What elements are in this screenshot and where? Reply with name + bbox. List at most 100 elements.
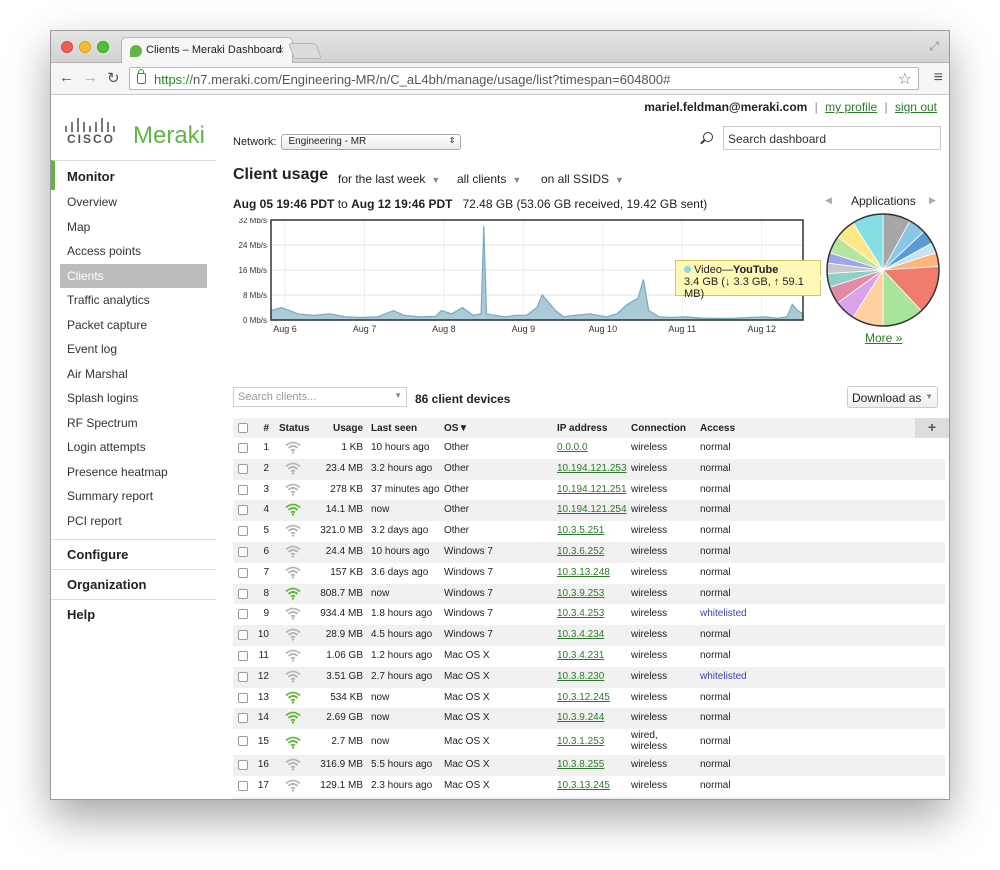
sign-out-link[interactable]: sign out (895, 100, 937, 114)
sidebar-item-event-log[interactable]: Event log (51, 337, 216, 362)
row-ip-link[interactable]: 10.3.9.244 (557, 712, 604, 723)
table-row[interactable]: 15 2.7 MB now Mac OS X 10.3.1.253 wired, wire… (233, 729, 945, 755)
table-row[interactable]: 11 1.06 GB 1.2 hours ago Mac OS X 10.3.4.231… (233, 646, 945, 667)
row-ip-link[interactable]: 10.3.4.234 (557, 629, 604, 640)
sidebar-item-clients[interactable]: Clients (60, 263, 207, 288)
sidebar-section-configure[interactable]: Configure (51, 539, 216, 569)
reload-icon[interactable]: ↻ (107, 69, 120, 87)
sidebar-section-organization[interactable]: Organization (51, 569, 216, 599)
row-ip-link[interactable]: 0.0.0.0 (557, 442, 588, 453)
more-applications-link[interactable]: More » (865, 331, 902, 345)
sidebar-item-login-attempts[interactable]: Login attempts (51, 435, 216, 460)
table-row[interactable]: 12 3.51 GB 2.7 hours ago Mac OS X 10.3.8.230… (233, 666, 945, 688)
previous-arrow-icon[interactable]: ◀ (825, 195, 832, 206)
row-checkbox[interactable] (238, 505, 248, 516)
row-ip-link[interactable]: 10.3.6.252 (557, 546, 604, 557)
row-access[interactable]: whitelisted (700, 671, 747, 682)
row-checkbox[interactable] (238, 713, 248, 724)
sidebar-item-summary-report[interactable]: Summary report (51, 484, 216, 509)
row-checkbox[interactable] (238, 609, 248, 620)
row-ip-link[interactable]: 10.3.9.253 (557, 588, 604, 599)
add-column-button[interactable]: + (915, 418, 949, 438)
row-ip-link[interactable]: 10.3.8.255 (557, 759, 604, 770)
sidebar-item-presence-heatmap[interactable]: Presence heatmap (51, 460, 216, 485)
row-ip-link[interactable]: 10.3.13.245 (557, 780, 610, 791)
row-checkbox[interactable] (238, 484, 248, 495)
sidebar-section-monitor[interactable]: Monitor (51, 160, 216, 190)
header-os[interactable]: OS▼ (444, 423, 468, 434)
header-status[interactable]: Status (279, 423, 310, 434)
row-ip-link[interactable]: 10.3.1.253 (557, 736, 604, 747)
applications-pie-chart[interactable] (825, 212, 941, 328)
next-arrow-icon[interactable]: ▶ (929, 195, 936, 206)
timespan-filter[interactable]: for the last week ▼ (338, 172, 440, 186)
row-ip-link[interactable]: 10.3.4.253 (557, 608, 604, 619)
zoom-window-button[interactable] (97, 41, 109, 53)
row-ip-link[interactable]: 10.3.5.251 (557, 525, 604, 536)
table-row[interactable]: 8 808.7 MB now Windows 7 10.3.9.253 wireless n… (233, 583, 945, 605)
table-row[interactable]: 2 23.4 MB 3.2 hours ago Other 10.194.121.253… (233, 458, 945, 480)
table-row[interactable]: 14 2.69 GB now Mac OS X 10.3.9.244 wireless no… (233, 708, 945, 730)
table-row[interactable]: 4 14.1 MB now Other 10.194.121.254 wireless no… (233, 500, 945, 522)
fullscreen-icon[interactable]: ⤢ (929, 39, 939, 54)
table-row[interactable]: 7 157 KB 3.6 days ago Windows 7 10.3.13.248 w… (233, 563, 945, 584)
table-row[interactable]: 9 934.4 MB 1.8 hours ago Windows 7 10.3.4.25… (233, 604, 945, 625)
search-dashboard-input[interactable]: Search dashboard (723, 126, 941, 150)
row-checkbox[interactable] (238, 780, 248, 791)
network-select[interactable]: Engineering - MR ⇕ (281, 134, 462, 150)
header-access[interactable]: Access (700, 423, 735, 434)
table-row[interactable]: 1 1 KB 10 hours ago Other 0.0.0.0 wireless nor… (233, 438, 945, 459)
browser-tab[interactable]: Clients – Meraki Dashboard × (121, 37, 293, 63)
table-row[interactable]: 6 24.4 MB 10 hours ago Windows 7 10.3.6.252 w… (233, 541, 945, 563)
row-ip-link[interactable]: 10.3.8.230 (557, 671, 604, 682)
row-checkbox[interactable] (238, 443, 248, 453)
header-last-seen[interactable]: Last seen (371, 423, 417, 434)
row-access[interactable]: whitelisted (700, 608, 747, 619)
forward-icon[interactable]: → (83, 69, 98, 86)
row-checkbox[interactable] (238, 546, 248, 557)
ssid-filter[interactable]: on all SSIDS ▼ (541, 172, 624, 186)
minimize-window-button[interactable] (79, 41, 91, 53)
download-as-button[interactable]: Download as ▼ (847, 386, 938, 408)
sidebar-item-packet-capture[interactable]: Packet capture (51, 313, 216, 338)
sidebar-item-air-marshal[interactable]: Air Marshal (51, 362, 216, 387)
header-number[interactable]: # (255, 423, 269, 434)
table-row[interactable]: 17 129.1 MB 2.3 hours ago Mac OS X 10.3.13.2… (233, 776, 945, 797)
clients-filter[interactable]: all clients ▼ (457, 172, 521, 186)
table-row[interactable]: 10 28.9 MB 4.5 hours ago Windows 7 10.3.4.23… (233, 625, 945, 646)
table-row[interactable]: 16 316.9 MB 5.5 hours ago Mac OS X 10.3.8.25… (233, 755, 945, 776)
close-window-button[interactable] (61, 41, 73, 53)
row-ip-link[interactable]: 10.194.121.251 (557, 484, 627, 495)
sidebar-section-help[interactable]: Help (51, 599, 216, 629)
sidebar-item-traffic-analytics[interactable]: Traffic analytics (51, 288, 216, 313)
header-ip-address[interactable]: IP address (557, 423, 607, 434)
new-tab-button[interactable] (288, 43, 322, 59)
row-checkbox[interactable] (238, 692, 248, 703)
row-checkbox[interactable] (238, 588, 248, 599)
row-ip-link[interactable]: 10.194.121.253 (557, 463, 627, 474)
row-checkbox[interactable] (238, 671, 248, 682)
table-row[interactable]: 3 278 KB 37 minutes ago Other 10.194.121.251… (233, 480, 945, 501)
chevron-down-icon[interactable]: ▼ (394, 391, 402, 400)
row-ip-link[interactable]: 10.194.121.254 (557, 504, 627, 515)
table-row[interactable]: 13 534 KB now Mac OS X 10.3.12.245 wireless no… (233, 688, 945, 709)
row-checkbox[interactable] (238, 526, 248, 537)
bookmark-star-icon[interactable]: ☆ (898, 69, 912, 89)
browser-menu-icon[interactable]: ≡ (934, 69, 943, 87)
sidebar-item-rf-spectrum[interactable]: RF Spectrum (51, 411, 216, 436)
header-usage[interactable]: Usage (311, 423, 363, 434)
my-profile-link[interactable]: my profile (825, 100, 877, 114)
tab-close-icon[interactable]: × (277, 43, 284, 57)
table-row[interactable]: 185.46 GBnowMac OS X10.3.15.205wirelessn… (233, 796, 945, 799)
sidebar-item-pci-report[interactable]: PCI report (51, 509, 216, 534)
back-icon[interactable]: ← (59, 69, 74, 86)
select-all-checkbox[interactable] (238, 423, 248, 433)
sidebar-item-splash-logins[interactable]: Splash logins (51, 386, 216, 411)
search-clients-input[interactable]: Search clients... ▼ (233, 387, 407, 407)
row-checkbox[interactable] (238, 567, 248, 578)
header-connection[interactable]: Connection (631, 423, 686, 434)
row-ip-link[interactable]: 10.3.12.245 (557, 692, 610, 703)
row-ip-link[interactable]: 10.3.4.231 (557, 650, 604, 661)
table-row[interactable]: 5 321.0 MB 3.2 days ago Other 10.3.5.251 wire… (233, 521, 945, 542)
row-checkbox[interactable] (238, 736, 248, 747)
